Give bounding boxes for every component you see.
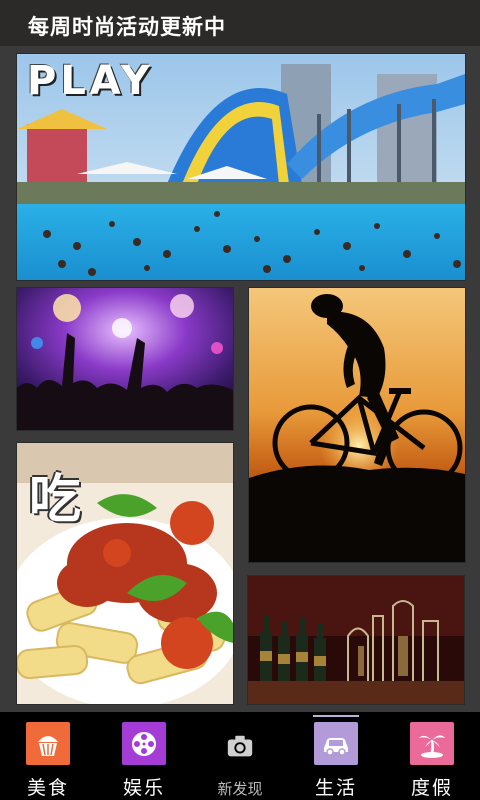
tab-food-label: 美食 — [26, 777, 69, 799]
tab-entertainment-label: 娱乐 — [122, 777, 165, 799]
tab-discover[interactable]: 新发现 — [192, 712, 288, 800]
tab-vacation-label: 度假 — [410, 777, 453, 799]
palm-island-icon — [410, 722, 454, 765]
play-overlay-text: PLAY — [27, 58, 154, 104]
tab-entertainment[interactable]: 娱乐 — [96, 712, 192, 800]
tab-vacation[interactable]: 度假 — [384, 712, 480, 800]
header-bar: 每周时尚活动更新中 — [0, 0, 480, 46]
active-tab-indicator — [313, 715, 359, 717]
concert-image — [17, 288, 233, 430]
bar-bottles-tile[interactable] — [248, 576, 464, 704]
food-overlay-text: 吃 — [29, 470, 82, 530]
cyclist-sunset-image — [249, 288, 465, 562]
film-reel-icon — [122, 722, 166, 765]
car-icon — [314, 722, 358, 765]
camera-icon — [218, 724, 262, 768]
cyclist-tile[interactable] — [249, 288, 465, 562]
tab-life-label: 生活 — [314, 777, 357, 799]
cupcake-icon — [26, 722, 70, 765]
tab-life[interactable]: 生活 — [288, 712, 384, 800]
bottom-tab-bar: 美食 娱乐 新发现 生活 度假 — [0, 712, 480, 800]
play-banner-tile[interactable]: PLAY — [17, 54, 465, 280]
concert-tile[interactable] — [17, 288, 233, 430]
header-title: 每周时尚活动更新中 — [28, 15, 226, 39]
tab-food[interactable]: 美食 — [0, 712, 96, 800]
tab-discover-label: 新发现 — [217, 780, 263, 798]
food-tile[interactable]: 吃 — [17, 443, 233, 704]
bar-bottles-image — [248, 576, 464, 704]
